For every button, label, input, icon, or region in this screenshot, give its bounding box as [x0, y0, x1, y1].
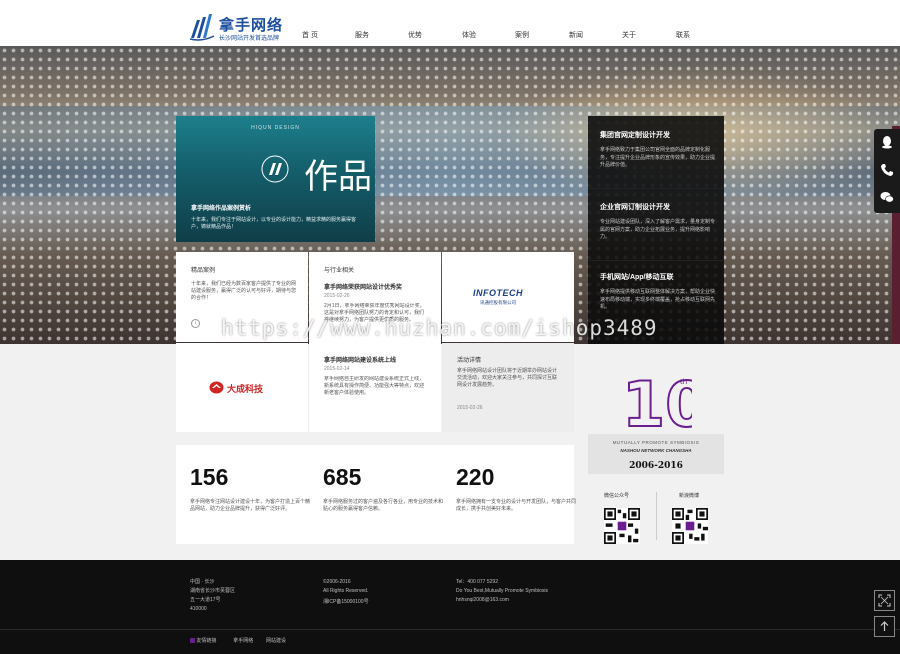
service-title: 集团官网定制设计开发	[600, 132, 670, 139]
feature-tagline: HIQUN DESIGN	[251, 125, 300, 131]
service-divider	[588, 260, 724, 261]
stats-panel	[176, 445, 574, 544]
detail-title: 活动详情	[457, 358, 482, 364]
qr-label-wechat: 微信公众号	[604, 493, 630, 499]
watermark-text: https://www.huzhan.com/ishop3489	[221, 316, 658, 340]
news-date-2: 2015-02-14	[324, 366, 350, 372]
industry-title: 与行业相关	[324, 268, 355, 274]
side-contact-bar	[874, 129, 900, 213]
fullscreen-button[interactable]	[874, 590, 895, 611]
nav-cases[interactable]: 案例	[515, 30, 529, 40]
service-title: 企业官网订制设计开发	[600, 204, 670, 211]
nav-news[interactable]: 新闻	[569, 30, 583, 40]
icp-link[interactable]: 湘ICP备15000100号	[323, 598, 369, 607]
footer-col-contact: Tel：400 077 5292 Do You Best,Mutually Pr…	[456, 578, 548, 605]
arrow-up-icon	[880, 621, 889, 631]
info-icon[interactable]: i	[191, 319, 200, 328]
stat-desc: 拿手网络专注网站设计建设十年，为客户打造上百个精品网站，助力企业品牌提升，获得广…	[190, 499, 311, 512]
anniversary-sup: th	[680, 378, 687, 386]
wechat-icon[interactable]	[880, 190, 894, 204]
footer-text: 410000	[190, 606, 207, 612]
friend-link[interactable]: 拿手网络	[233, 638, 253, 644]
service-item-enterprise[interactable]: 企业官网订制设计开发 专业网站建设团队，深入了解客户需求，量身定制专属的官网方案…	[600, 202, 718, 242]
logo-mark-icon	[189, 14, 215, 41]
site-footer: 中国 · 长沙 湖南省长沙市芙蓉区 五一大道17号 410000 ©2006-2…	[0, 560, 900, 654]
footer-text: ©2006-2016	[323, 579, 351, 585]
email-link[interactable]: hnhsnqi2008@163.com	[456, 596, 548, 605]
service-item-group[interactable]: 集团官网定制设计开发 拿手网络致力于集团公司官网全面的品牌定制化服务，专注提升企…	[600, 130, 718, 170]
footer-text: 五一大道17号	[190, 597, 221, 603]
news-title-1[interactable]: 拿手网络荣获网站设计优秀奖	[324, 282, 434, 291]
footer-text: 湖南省长沙市芙蓉区	[190, 588, 236, 594]
services-panel: 集团官网定制设计开发 拿手网络致力于集团公司官网全面的品牌定制化服务，专注提升企…	[588, 116, 724, 344]
qr-label-weibo: 新浪微博	[679, 493, 700, 499]
friend-links-label: 友情链接	[196, 638, 217, 644]
friend-links-icon	[190, 638, 195, 644]
case-title: 精品案例	[191, 268, 216, 274]
service-desc: 拿手网络致力于集团公司官网全面的品牌定制化服务，专注提升企业品牌形象的宣传效果，…	[600, 147, 716, 168]
service-desc: 专业网站建设团队，深入了解客户需求，量身定制专属的官网方案，助力企业拓展业务，提…	[600, 219, 716, 240]
service-item-mobile[interactable]: 手机网站/App/移动互联 拿手网络提供移动互联网整体解决方案，帮助企业快速布局…	[600, 272, 718, 312]
nav-about[interactable]: 关于	[622, 30, 636, 40]
anniversary-line2: NASHOU NETWORK CHANGSHA	[620, 448, 692, 453]
case-desc: 十年来，我们已经为数百家客户提供了专业的网站建设服务，赢得广泛的认可与好评，期待…	[191, 281, 297, 301]
footer-text: 中国 · 长沙	[190, 579, 215, 585]
anniversary-badge: 10 th MUTUALLY PROMOTE SYMBIOSIS NASHOU …	[588, 344, 724, 484]
stat-number: 685	[323, 464, 362, 490]
design-emblem-icon	[261, 155, 289, 183]
service-divider	[588, 188, 724, 189]
logo-slogan: 长沙网站开发首选品牌	[219, 36, 280, 42]
news-title-2[interactable]: 拿手网络网站建设系统上线	[324, 355, 434, 364]
stat-desc: 拿手网络拥有一支专业的设计与开发团队，与客户共同成长，携手共创美好未来。	[456, 499, 577, 512]
site-header: 拿手网络 长沙网站开发首选品牌 首 页 服务 优势 体验 案例 新闻 关于 联系	[0, 0, 900, 46]
service-title: 手机网站/App/移动互联	[600, 274, 674, 281]
feature-card[interactable]: HIQUN DESIGN 作品 拿手网络作品案例赏析 十年来，我们专注于网站设计…	[176, 116, 375, 242]
wechat-qr-icon	[604, 508, 640, 544]
footer-text: All Rights Reserved.	[323, 588, 369, 594]
friend-link[interactable]: 网站建设	[266, 638, 286, 644]
dacheng-brand: 大成科技	[227, 384, 264, 394]
anniversary-line1: MUTUALLY PROMOTE SYMBIOSIS	[612, 440, 700, 445]
detail-cell[interactable]: 活动详情 拿手网络网站设计团队将于近期举办网站设计交流活动，欢迎大家关注参与，共…	[442, 343, 574, 432]
detail-desc: 拿手网络网站设计团队将于近期举办网站设计交流活动，欢迎大家关注参与，共同探讨互联…	[457, 368, 558, 388]
nav-experience[interactable]: 体验	[462, 30, 476, 40]
stat-number: 220	[456, 464, 495, 490]
feature-title: 拿手网络作品案例赏析	[191, 206, 252, 212]
footer-divider	[0, 629, 900, 630]
stat-number: 156	[190, 464, 229, 490]
infotech-logo: INFOTECH 讯通控股有限公司	[473, 288, 523, 306]
footer-col-copyright: ©2006-2016 All Rights Reserved. 湘ICP备150…	[323, 578, 369, 607]
friend-links: 友情链接 拿手网络 网站建设	[190, 637, 286, 646]
weibo-qr-icon	[672, 508, 708, 544]
anniversary-number: 10 th	[622, 372, 692, 430]
feature-desc: 十年来，我们专注于网站设计，以专业的设计能力，精益求精的服务赢得客户，铸就精品作…	[191, 217, 357, 230]
nav-service[interactable]: 服务	[355, 30, 369, 40]
phone-icon[interactable]	[880, 163, 894, 177]
footer-col-address: 中国 · 长沙 湖南省长沙市芙蓉区 五一大道17号 410000	[190, 578, 235, 614]
dacheng-mark-icon	[209, 381, 224, 394]
anniversary-years: 2006-2016	[629, 461, 683, 471]
news-desc-2: 拿手网络自主研发的网站建设系统正式上线，新系统具有操作简便、功能强大等特点，欢迎…	[324, 376, 425, 396]
qq-icon[interactable]	[880, 135, 894, 149]
footer-text: Tel：400 077 5292	[456, 579, 498, 585]
expand-icon	[878, 594, 891, 607]
site-logo[interactable]: 拿手网络 长沙网站开发首选品牌	[189, 12, 289, 42]
qr-separator	[656, 492, 657, 540]
news-date-1: 2015-02-26	[324, 293, 350, 299]
nav-contact[interactable]: 联系	[676, 30, 690, 40]
industry-cell: 与行业相关 拿手网络荣获网站设计优秀奖 2015-02-26 2月1日，拿手网络…	[309, 252, 441, 432]
back-to-top-button[interactable]	[874, 616, 895, 637]
detail-date: 2015-02-26	[457, 405, 483, 411]
feature-brush-text: 作品	[304, 157, 372, 197]
service-desc: 拿手网络提供移动互联网整体解决方案，帮助企业快速布局移动端，实现多终端覆盖，抢占…	[600, 289, 716, 310]
stat-desc: 拿手网络服务过的客户遍及各行各业，用专业的技术和贴心的服务赢得客户信赖。	[323, 499, 444, 512]
logo-name: 拿手网络	[219, 17, 284, 34]
dacheng-cell[interactable]: 大成科技	[176, 343, 308, 432]
footer-text: Do You Best,Mutually Promote Symbiosis	[456, 588, 548, 594]
infotech-sub: 讯通控股有限公司	[480, 300, 516, 305]
infotech-brand: INFOTECH	[473, 288, 523, 298]
nav-advantage[interactable]: 优势	[408, 30, 422, 40]
nav-home[interactable]: 首 页	[302, 30, 318, 40]
